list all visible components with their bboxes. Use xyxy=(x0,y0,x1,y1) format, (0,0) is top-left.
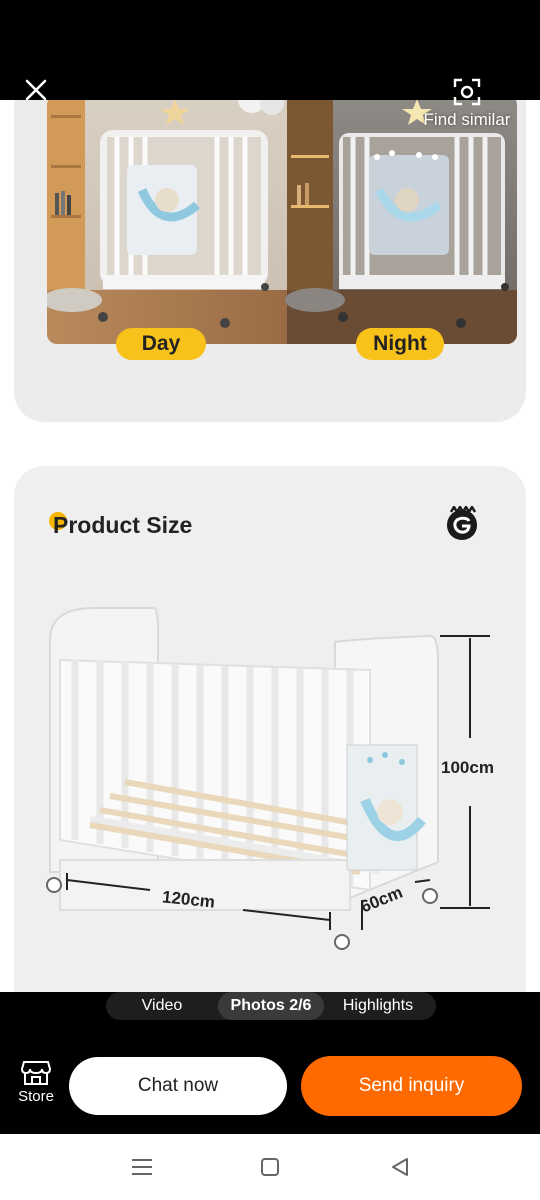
home-square-icon xyxy=(261,1158,279,1176)
day-badge: Day xyxy=(116,328,206,360)
tab-photos[interactable]: Photos 2/6 xyxy=(218,992,324,1020)
day-night-image-card: Day Night xyxy=(14,100,526,422)
height-dimension-label: 100cm xyxy=(441,758,494,777)
store-label: Store xyxy=(18,1088,54,1105)
media-tabs: Video Photos 2/6 Highlights xyxy=(106,992,436,1020)
home-button[interactable] xyxy=(258,1156,282,1178)
scan-icon xyxy=(453,78,481,106)
store-button[interactable]: Store xyxy=(10,1058,62,1118)
action-bar: Store Chat now Send inquiry xyxy=(0,1044,540,1134)
menu-icon xyxy=(132,1159,152,1175)
tab-highlights[interactable]: Highlights xyxy=(328,992,428,1020)
find-similar-label: Find similar xyxy=(423,110,511,129)
store-icon xyxy=(21,1061,51,1085)
crib-dimension-illustration xyxy=(46,607,490,950)
chat-now-button[interactable]: Chat now xyxy=(69,1057,287,1115)
tab-video[interactable]: Video xyxy=(106,992,218,1020)
system-nav-bar xyxy=(0,1134,540,1200)
brand-logo-icon xyxy=(447,506,477,540)
media-tabs-strip: Video Photos 2/6 Highlights xyxy=(0,992,540,1044)
recent-apps-button[interactable] xyxy=(130,1156,154,1178)
back-button[interactable] xyxy=(388,1156,412,1178)
image-viewer[interactable]: Day Night Product Size 100cm 120cm 60cm xyxy=(0,100,540,992)
product-size-title: Product Size xyxy=(53,512,193,538)
night-badge: Night xyxy=(356,328,444,360)
back-triangle-icon xyxy=(392,1158,408,1176)
find-similar-button[interactable]: Find similar xyxy=(412,78,522,140)
send-inquiry-button[interactable]: Send inquiry xyxy=(301,1056,522,1116)
